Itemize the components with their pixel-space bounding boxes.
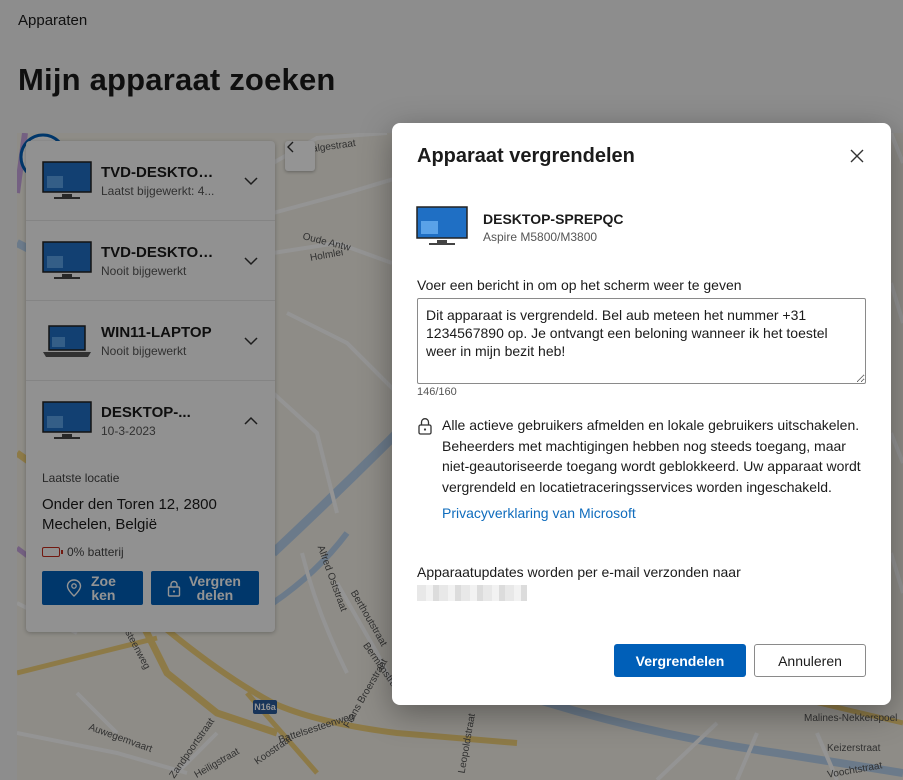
lock-info-text: Alle actieve gebruikers afmelden en loka…	[442, 417, 861, 495]
close-icon[interactable]	[848, 147, 866, 165]
character-counter: 146/160	[417, 386, 457, 398]
lock-icon	[418, 418, 432, 435]
dialog-title: Apparaat vergrendelen	[417, 145, 635, 167]
cancel-button[interactable]: Annuleren	[754, 644, 866, 677]
lock-confirm-button[interactable]: Vergrendelen	[614, 644, 746, 677]
dialog-device-name: DESKTOP-SPREPQC	[483, 210, 624, 227]
redacted-email	[417, 585, 527, 601]
message-label: Voer een bericht in om op het scherm wee…	[417, 277, 742, 293]
updates-text: Apparaatupdates worden per e-mail verzon…	[417, 564, 741, 580]
dialog-device-info: DESKTOP-SPREPQC Aspire M5800/M3800	[416, 206, 624, 248]
lock-message-input[interactable]	[417, 298, 866, 384]
lock-device-dialog: Apparaat vergrendelen DESKTOP-SPREPQC As…	[392, 123, 891, 705]
lock-info: Alle actieve gebruikers afmelden en loka…	[417, 415, 867, 521]
dialog-device-model: Aspire M5800/M3800	[483, 229, 598, 244]
privacy-link[interactable]: Privacyverklaring van Microsoft	[442, 505, 862, 521]
desktop-icon	[416, 206, 468, 245]
